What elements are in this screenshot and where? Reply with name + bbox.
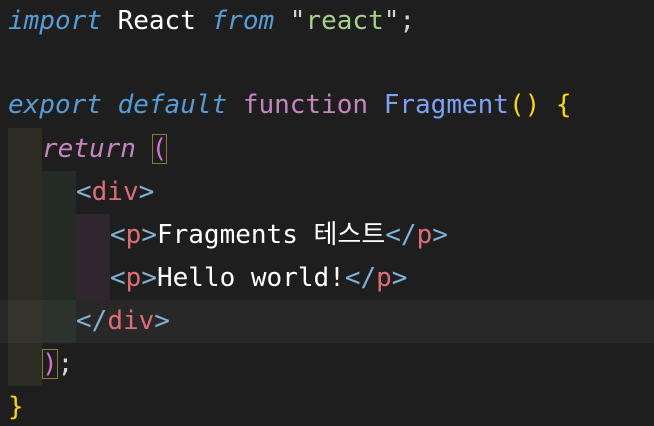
- code-line-10[interactable]: }: [0, 386, 654, 426]
- tag-name: p: [376, 263, 392, 293]
- tag-bracket: >: [391, 263, 408, 293]
- tag-bracket: <: [110, 220, 126, 250]
- code-text: </div>: [76, 300, 170, 343]
- indent-guide: [42, 214, 76, 257]
- code-line-4[interactable]: return (: [0, 128, 654, 171]
- code-text: <div>: [76, 171, 154, 214]
- quote-open: ": [289, 6, 306, 36]
- open-paren: (: [508, 90, 525, 120]
- code-line-7[interactable]: <p>Hello world!</p>: [0, 257, 654, 300]
- keyword-default: default: [117, 90, 228, 120]
- keyword-function: function: [242, 90, 369, 120]
- tag-bracket: >: [141, 263, 157, 293]
- jsx-text: Fragments 테스트: [156, 220, 386, 250]
- keyword-return: return: [42, 134, 136, 164]
- code-editor[interactable]: import React from "react"; export defaul…: [0, 0, 654, 426]
- code-line-2[interactable]: [0, 43, 654, 86]
- code-line-3[interactable]: export default function Fragment() {: [0, 84, 654, 127]
- semicolon: ;: [57, 349, 74, 379]
- code-line-6[interactable]: <p>Fragments 테스트</p>: [0, 214, 654, 257]
- tag-bracket: </: [385, 220, 417, 250]
- indent-guide: [8, 214, 42, 257]
- tag-bracket: >: [138, 177, 155, 207]
- tag-name: p: [416, 220, 433, 250]
- identifier-react: React: [117, 6, 196, 36]
- indent-guide: [42, 300, 76, 343]
- code-text: import React from "react";: [8, 0, 415, 43]
- code-line-8[interactable]: </div>: [0, 300, 654, 343]
- indent-guide: [8, 300, 42, 343]
- tag-bracket: </: [344, 263, 377, 293]
- indent-guide: [76, 214, 110, 257]
- open-brace: {: [555, 90, 572, 120]
- indent-guide: [8, 257, 42, 300]
- semicolon: ;: [399, 6, 416, 36]
- keyword-export: export: [8, 90, 102, 120]
- tag-bracket: <: [76, 177, 92, 207]
- indent-guide: [8, 343, 42, 386]
- indent-guide: [8, 128, 42, 171]
- tag-name: p: [125, 263, 142, 293]
- keyword-from: from: [211, 6, 275, 36]
- code-text: );: [42, 343, 73, 386]
- code-text: export default function Fragment() {: [8, 84, 572, 127]
- tag-name: div: [91, 177, 139, 207]
- jsx-text: Hello world!: [156, 263, 345, 293]
- tag-bracket: >: [154, 306, 170, 336]
- indent-guide: [8, 171, 42, 214]
- indent-guide: [76, 257, 110, 300]
- code-text: <p>Fragments 테스트</p>: [110, 214, 448, 257]
- code-line-1[interactable]: import React from "react";: [0, 0, 654, 43]
- tag-name: p: [125, 220, 142, 250]
- quote-close: ": [383, 6, 400, 36]
- code-text: }: [8, 386, 24, 426]
- close-paren: ): [524, 90, 541, 120]
- close-paren: ): [42, 349, 58, 379]
- indent-guide: [42, 257, 76, 300]
- indent-guide: [42, 171, 76, 214]
- tag-bracket: <: [110, 263, 126, 293]
- close-brace: }: [8, 392, 24, 422]
- tag-bracket: >: [141, 220, 157, 250]
- code-text: return (: [42, 128, 168, 171]
- code-line-5[interactable]: <div>: [0, 171, 654, 214]
- tag-bracket: >: [432, 220, 448, 250]
- function-name: Fragment: [383, 90, 509, 120]
- module-string: react: [305, 6, 384, 36]
- keyword-import: import: [8, 6, 102, 36]
- tag-name: div: [107, 306, 155, 336]
- code-text: <p>Hello world!</p>: [110, 257, 407, 300]
- open-paren: (: [151, 134, 168, 164]
- code-line-9[interactable]: );: [0, 343, 654, 386]
- tag-bracket: </: [76, 306, 108, 336]
